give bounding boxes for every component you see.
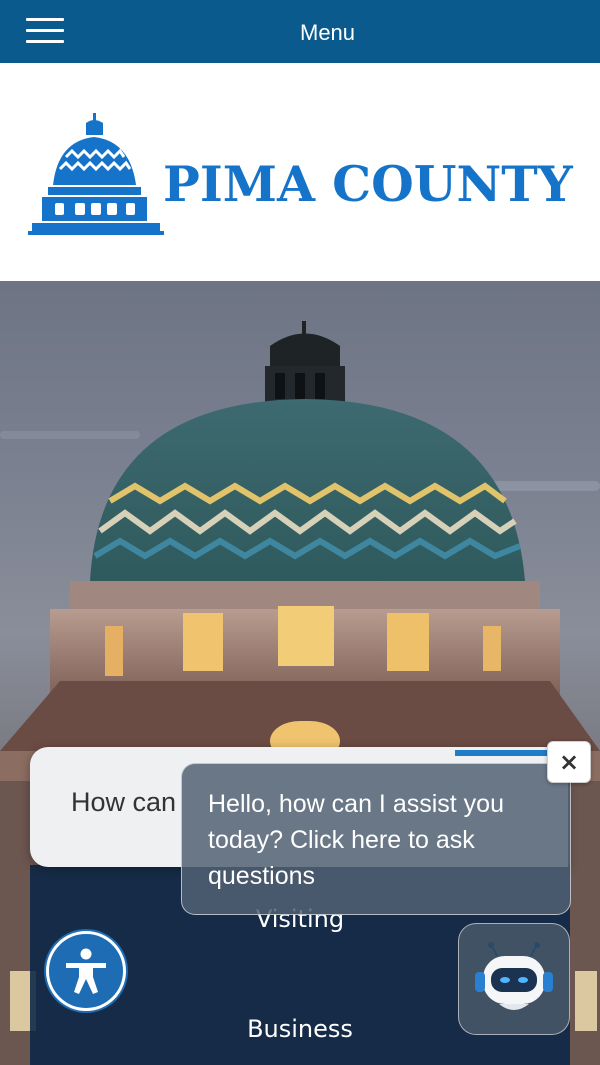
logo-area: PIMA COUNTY — [0, 63, 600, 281]
chatbot-greeting-bubble[interactable]: Hello, how can I assist you today? Click… — [181, 763, 571, 915]
close-chat-button[interactable]: × — [547, 741, 591, 783]
chat-input-placeholder: How can — [71, 787, 177, 817]
chatbot-robot-icon — [475, 942, 553, 1010]
top-nav-bar: Menu — [0, 0, 600, 63]
menu-label[interactable]: Menu — [300, 0, 360, 63]
chatbot-greeting-text: Hello, how can I assist you today? Click… — [208, 790, 504, 890]
close-icon: × — [558, 748, 580, 776]
accessibility-button[interactable] — [46, 931, 126, 1011]
accessibility-icon — [66, 948, 106, 994]
logo-wordmark: PIMA COUNTY — [163, 155, 573, 213]
hamburger-menu-icon[interactable] — [26, 18, 66, 44]
chatbot-launcher-button[interactable] — [458, 923, 570, 1035]
